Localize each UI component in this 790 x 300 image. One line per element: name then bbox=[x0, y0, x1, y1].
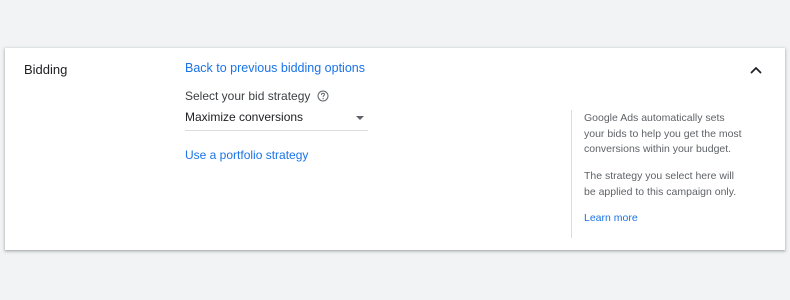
use-portfolio-strategy-link[interactable]: Use a portfolio strategy bbox=[185, 148, 308, 162]
info-paragraph-1: Google Ads automatically sets your bids … bbox=[584, 112, 742, 155]
bid-strategy-label: Select your bid strategy bbox=[185, 89, 311, 103]
bid-strategy-selected-value: Maximize conversions bbox=[185, 110, 304, 124]
bid-strategy-label-row: Select your bid strategy bbox=[185, 89, 329, 103]
dropdown-arrow-icon bbox=[356, 116, 364, 120]
info-panel: Google Ads automatically sets your bids … bbox=[571, 110, 742, 238]
collapse-button[interactable] bbox=[748, 62, 764, 78]
help-circle-icon[interactable] bbox=[317, 90, 329, 102]
learn-more-link[interactable]: Learn more bbox=[584, 212, 638, 224]
chevron-up-icon bbox=[750, 67, 762, 74]
bid-strategy-select[interactable]: Maximize conversions bbox=[185, 107, 368, 131]
bidding-card: Bidding Back to previous bidding options… bbox=[5, 48, 785, 250]
back-to-bidding-options-link[interactable]: Back to previous bidding options bbox=[185, 61, 365, 75]
info-paragraph-2: The strategy you select here will be app… bbox=[584, 170, 737, 198]
section-title: Bidding bbox=[24, 62, 68, 77]
